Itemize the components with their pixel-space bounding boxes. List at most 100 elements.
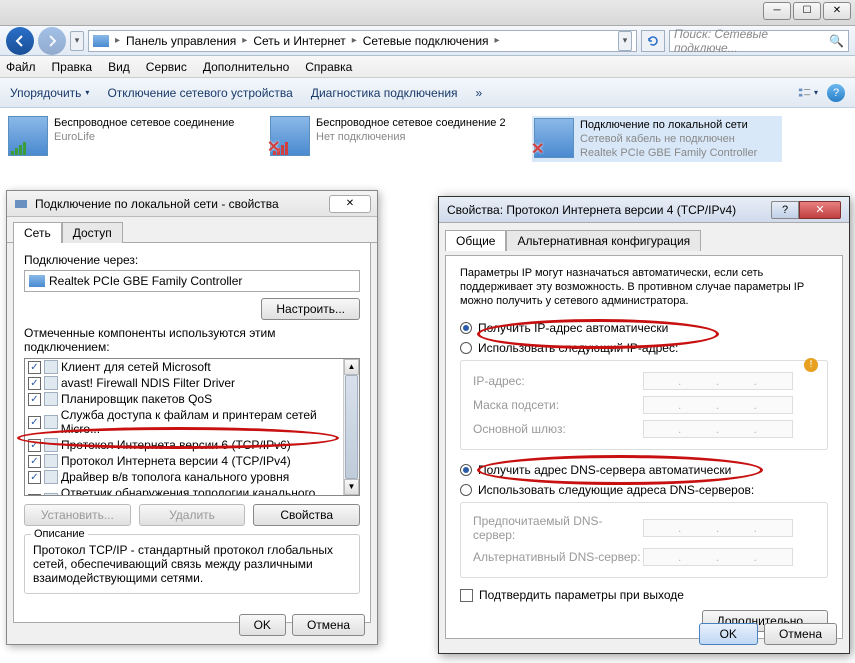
close-button[interactable]: ✕ (329, 195, 371, 213)
checkbox[interactable]: ✓ (28, 494, 41, 497)
components-list[interactable]: ✓Клиент для сетей Microsoft ✓avast! Fire… (24, 358, 360, 496)
cancel-button[interactable]: Отмена (764, 623, 837, 645)
tab-access[interactable]: Доступ (62, 222, 123, 243)
close-button[interactable]: ✕ (799, 201, 841, 219)
install-button[interactable]: Установить... (24, 504, 131, 526)
help-button[interactable]: ? (771, 201, 799, 219)
tab-strip: Общие Альтернативная конфигурация (445, 229, 843, 250)
component-icon (44, 438, 58, 452)
connection-sub: Realtek PCIe GBE Family Controller (580, 146, 757, 160)
scroll-thumb[interactable] (345, 375, 358, 479)
list-item[interactable]: ✓avast! Firewall NDIS Filter Driver (25, 375, 359, 391)
radio-use-dns[interactable]: Использовать следующие адреса DNS-сервер… (460, 480, 828, 500)
breadcrumb-item[interactable]: Сетевые подключения (363, 34, 489, 48)
tab-alternate[interactable]: Альтернативная конфигурация (506, 230, 701, 251)
list-item[interactable]: ✓Ответчик обнаружения топологии канально… (25, 485, 359, 496)
list-item[interactable]: ✓Драйвер в/в тополога канального уровня (25, 469, 359, 485)
connection-name: Беспроводное сетевое соединение 2 (316, 116, 506, 130)
ip-address-label: IP-адрес: (473, 374, 643, 388)
menu-view[interactable]: Вид (108, 60, 130, 74)
checkbox[interactable]: ✓ (28, 455, 41, 468)
ipv4-properties-dialog: Свойства: Протокол Интернета версии 4 (T… (438, 196, 850, 654)
components-label: Отмеченные компоненты используются этим … (24, 326, 360, 354)
connection-name: Подключение по локальной сети (580, 118, 757, 132)
nav-bar: ▾ ▸ Панель управления ▸ Сеть и Интернет … (0, 26, 855, 56)
connections-pane: Беспроводное сетевое соединение EuroLife… (0, 108, 855, 170)
help-icon[interactable]: ? (827, 84, 845, 102)
breadcrumb-item[interactable]: Сеть и Интернет (253, 34, 345, 48)
tab-general[interactable]: Общие (445, 230, 506, 251)
close-button[interactable]: ✕ (823, 2, 851, 20)
view-icon[interactable]: ▾ (797, 83, 819, 103)
ok-button[interactable]: OK (239, 614, 286, 636)
remove-button[interactable]: Удалить (139, 504, 246, 526)
radio-auto-dns[interactable]: Получить адрес DNS-сервера автоматически (460, 460, 828, 480)
minimize-button[interactable]: ─ (763, 2, 791, 20)
radio-use-ip[interactable]: Использовать следующий IP-адрес: (460, 338, 828, 358)
radio-auto-ip[interactable]: Получить IP-адрес автоматически (460, 318, 828, 338)
maximize-button[interactable]: ☐ (793, 2, 821, 20)
cancel-button[interactable]: Отмена (292, 614, 365, 636)
component-icon (44, 415, 58, 429)
connection-item[interactable]: ✕ Подключение по локальной сети Сетевой … (532, 116, 782, 162)
dialog-title-bar[interactable]: Свойства: Протокол Интернета версии 4 (T… (439, 197, 849, 223)
connect-via-label: Подключение через: (24, 253, 360, 267)
scroll-up[interactable]: ▲ (344, 359, 359, 375)
cmd-organize[interactable]: Упорядочить▾ (10, 86, 89, 100)
scrollbar[interactable]: ▲ ▼ (343, 359, 359, 495)
cmd-more[interactable]: » (476, 86, 483, 100)
lan-icon: ✕ (534, 118, 574, 158)
dialog-title-bar[interactable]: Подключение по локальной сети - свойства… (7, 191, 377, 217)
checkbox[interactable]: ✓ (28, 471, 41, 484)
checkbox[interactable]: ✓ (28, 361, 41, 374)
alternate-dns-label: Альтернативный DNS-сервер: (473, 550, 643, 564)
ok-button[interactable]: OK (699, 623, 758, 645)
validate-checkbox-row[interactable]: Подтвердить параметры при выходе (460, 588, 828, 602)
menu-file[interactable]: Файл (6, 60, 36, 74)
cmd-diagnose[interactable]: Диагностика подключения (311, 86, 458, 100)
menu-help[interactable]: Справка (305, 60, 352, 74)
search-icon: 🔍 (829, 34, 844, 48)
search-input[interactable]: Поиск: Сетевые подключе... 🔍 (669, 30, 849, 52)
menu-bar: Файл Правка Вид Сервис Дополнительно Спр… (0, 56, 855, 78)
preferred-dns-label: Предпочитаемый DNS-сервер: (473, 514, 643, 542)
list-item[interactable]: ✓Планировщик пакетов QoS (25, 391, 359, 407)
connection-item[interactable]: ✕ Беспроводное сетевое соединение 2 Нет … (270, 116, 520, 162)
menu-service[interactable]: Сервис (146, 60, 187, 74)
properties-button[interactable]: Свойства (253, 504, 360, 526)
history-dropdown[interactable]: ▾ (70, 31, 84, 51)
checkbox[interactable]: ✓ (28, 439, 41, 452)
tab-network[interactable]: Сеть (13, 222, 62, 243)
radio-icon (460, 342, 472, 354)
refresh-button[interactable] (641, 30, 665, 52)
checkbox[interactable]: ✓ (28, 416, 41, 429)
connection-item[interactable]: Беспроводное сетевое соединение EuroLife (8, 116, 258, 162)
description-text: Протокол TCP/IP - стандартный протокол г… (33, 543, 333, 585)
breadcrumb-item[interactable]: Панель управления (126, 34, 236, 48)
gateway-label: Основной шлюз: (473, 422, 643, 436)
checkbox[interactable] (460, 589, 473, 602)
wifi-icon: ✕ (270, 116, 310, 156)
list-item[interactable]: ✓Служба доступа к файлам и принтерам сет… (25, 407, 359, 437)
ip-fields-group: IP-адрес:... Маска подсети:... Основной … (460, 360, 828, 450)
address-history-icon[interactable]: ▾ (618, 31, 632, 51)
menu-edit[interactable]: Правка (52, 60, 93, 74)
list-item[interactable]: ✓Протокол Интернета версии 6 (TCP/IPv6) (25, 437, 359, 453)
gateway-input: ... (643, 420, 793, 438)
configure-button[interactable]: Настроить... (261, 298, 360, 320)
network-icon (93, 35, 109, 47)
checkbox[interactable]: ✓ (28, 377, 41, 390)
checkbox[interactable]: ✓ (28, 393, 41, 406)
dialog-title: Свойства: Протокол Интернета версии 4 (T… (447, 203, 736, 217)
component-icon (44, 392, 58, 406)
back-button[interactable] (6, 27, 34, 55)
list-item[interactable]: ✓Клиент для сетей Microsoft (25, 359, 359, 375)
list-item[interactable]: ✓Протокол Интернета версии 4 (TCP/IPv4) (25, 453, 359, 469)
tab-strip: Сеть Доступ (7, 217, 377, 243)
scroll-down[interactable]: ▼ (344, 479, 359, 495)
cmd-disable[interactable]: Отключение сетевого устройства (107, 86, 292, 100)
connection-sub: EuroLife (54, 130, 234, 144)
address-bar[interactable]: ▸ Панель управления ▸ Сеть и Интернет ▸ … (88, 30, 637, 52)
menu-extra[interactable]: Дополнительно (203, 60, 289, 74)
forward-button[interactable] (38, 27, 66, 55)
